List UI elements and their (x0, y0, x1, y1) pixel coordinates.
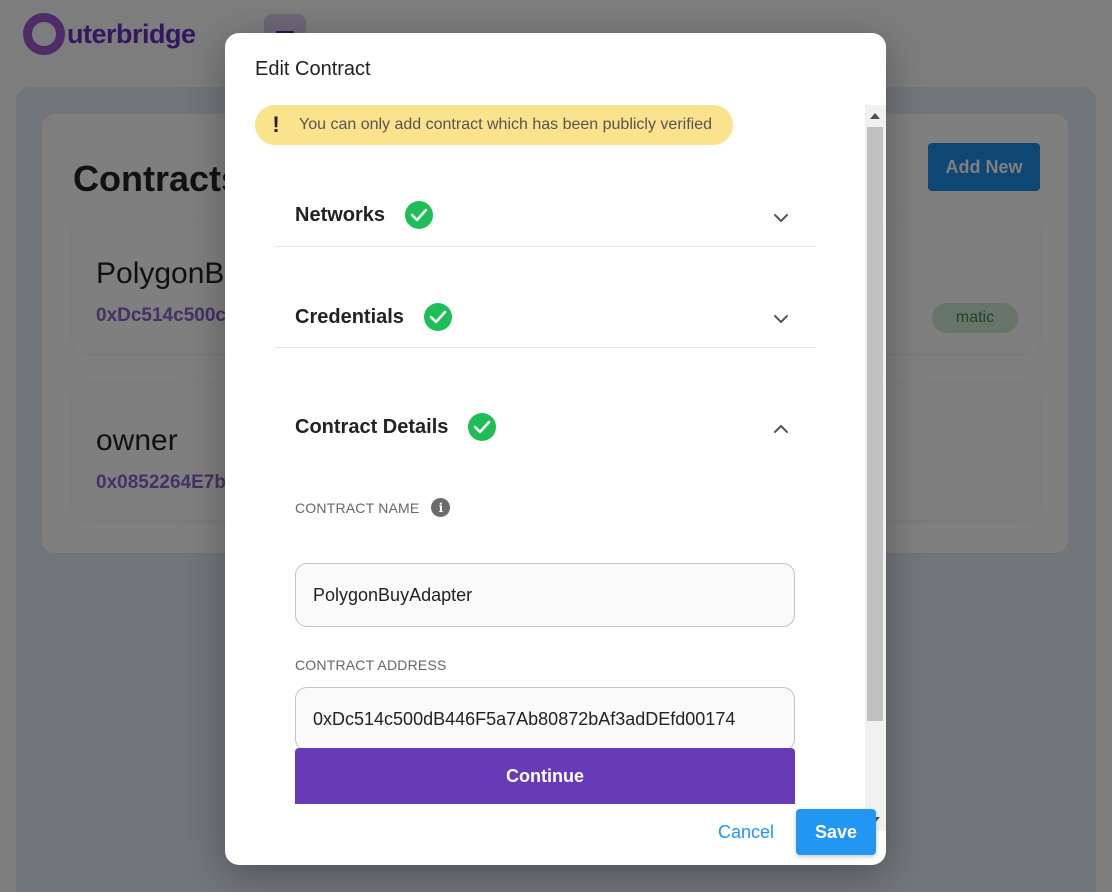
divider (275, 246, 816, 247)
scroll-up-arrow-icon[interactable] (870, 113, 880, 119)
contract-name-label: CONTRACT NAME i (295, 498, 451, 517)
warning-icon: ! (272, 112, 280, 137)
cancel-button[interactable]: Cancel (709, 813, 783, 851)
label-text: CONTRACT NAME (295, 499, 420, 516)
continue-button[interactable]: Continue (295, 748, 795, 804)
save-button[interactable]: Save (796, 809, 876, 855)
section-title: Contract Details (295, 415, 449, 438)
check-circle-icon (405, 201, 434, 229)
chevron-down-icon[interactable] (766, 203, 796, 233)
edit-contract-dialog: Edit Contract ! You can only add contrac… (225, 33, 886, 865)
label-text: CONTRACT ADDRESS (295, 657, 447, 673)
accordion-header[interactable]: Networks (295, 201, 434, 229)
info-icon[interactable]: i (431, 498, 451, 517)
accordion-credentials[interactable]: Credentials (275, 280, 816, 380)
section-title: Credentials (295, 305, 404, 328)
alert-text: You can only add contract which has been… (299, 116, 712, 133)
dialog-title: Edit Contract (255, 58, 371, 80)
accordion-networks[interactable]: Networks (275, 178, 816, 278)
check-circle-icon (423, 303, 452, 331)
chevron-up-icon[interactable] (766, 414, 796, 444)
scrollbar-thumb[interactable] (867, 127, 883, 721)
accordion-contract-details[interactable]: Contract Details (275, 390, 816, 470)
dialog-content: ! You can only add contract which has be… (225, 105, 886, 831)
contract-address-label: CONTRACT ADDRESS (295, 657, 447, 673)
section-title: Networks (295, 203, 386, 226)
dialog-scrollbar[interactable] (865, 105, 886, 831)
chevron-down-icon[interactable] (766, 304, 796, 334)
contract-name-input[interactable]: PolygonBuyAdapter (295, 563, 795, 627)
verification-alert: ! You can only add contract which has be… (255, 105, 733, 145)
contract-address-input[interactable]: 0xDc514c500dB446F5a7Ab80872bAf3adDEfd001… (295, 687, 795, 751)
check-circle-icon (468, 413, 497, 441)
divider (275, 347, 816, 348)
accordion-header[interactable]: Contract Details (295, 413, 497, 441)
accordion-header[interactable]: Credentials (295, 303, 452, 331)
